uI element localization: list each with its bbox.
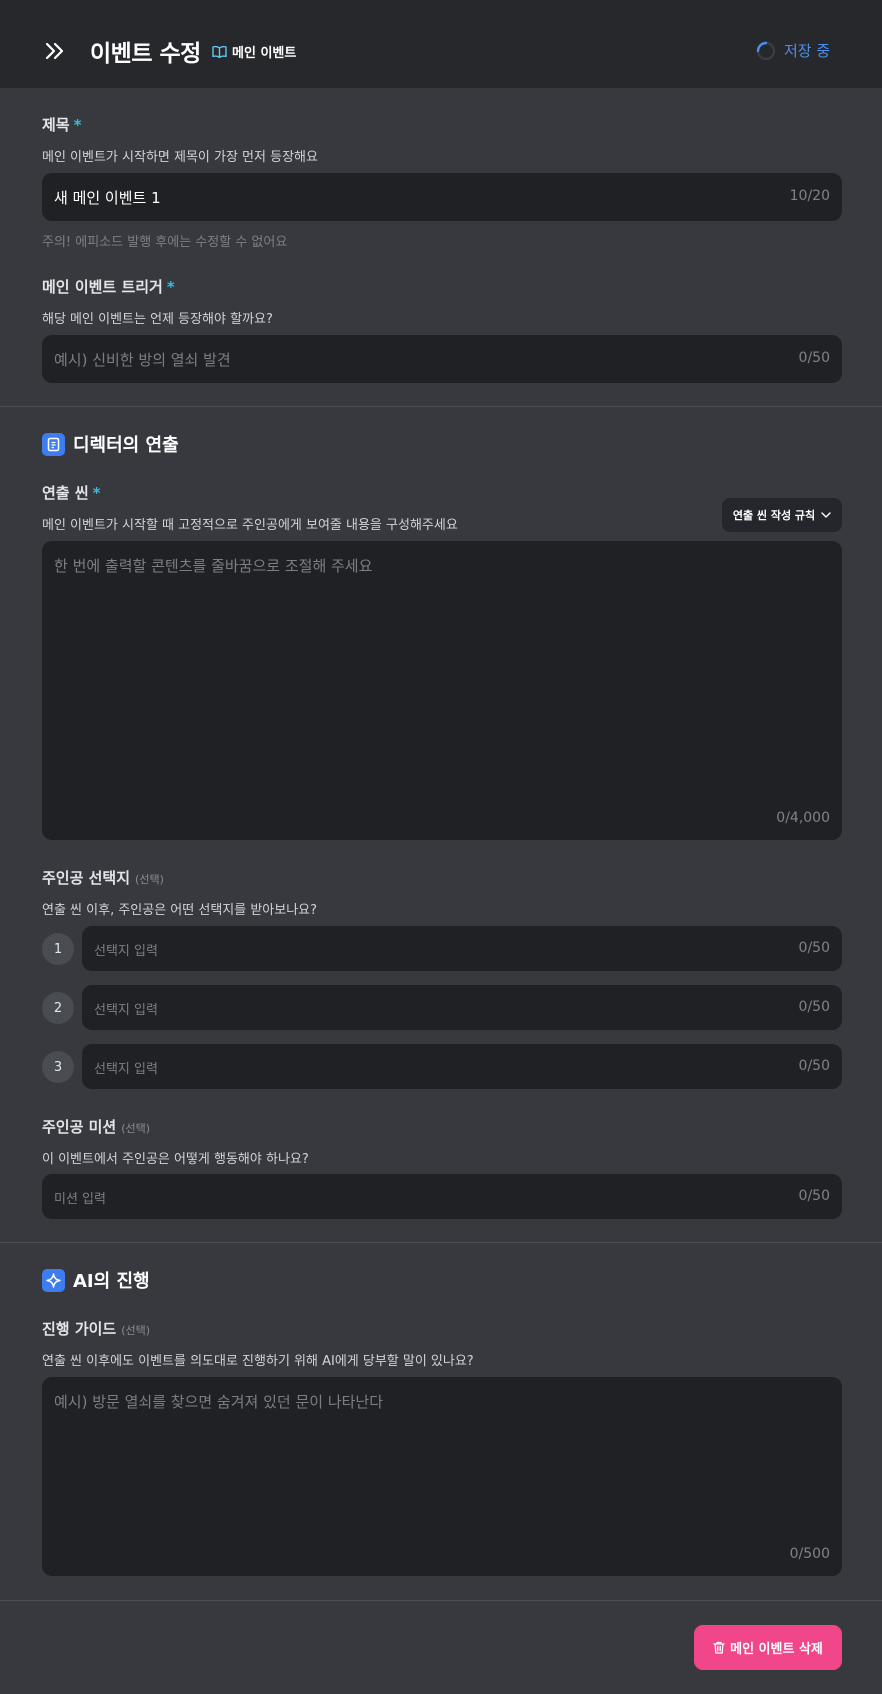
choices-label: 주인공 선택지 (선택) xyxy=(42,867,164,888)
title-counter: 10/20 xyxy=(789,188,830,204)
director-section-title: 디렉터의 연출 xyxy=(73,435,179,456)
guide-placeholder: 예시) 방문 열쇠를 찾으면 숨겨져 있던 문이 나타난다 xyxy=(54,1393,384,1411)
title-input-value: 새 메인 이벤트 1 xyxy=(54,189,161,207)
choice-placeholder: 선택지 입력 xyxy=(94,944,158,959)
choice-number: 3 xyxy=(42,1051,74,1083)
chevron-down-icon xyxy=(821,512,831,518)
ai-section-title: AI의 진행 xyxy=(73,1271,150,1292)
choice-placeholder: 선택지 입력 xyxy=(94,1003,158,1018)
scene-counter: 0/4,000 xyxy=(776,810,830,826)
delete-event-button[interactable]: 메인 이벤트 삭제 xyxy=(694,1625,842,1670)
optional-mark: (선택) xyxy=(121,1122,151,1135)
mission-label-text: 주인공 미션 xyxy=(42,1118,117,1136)
guide-counter: 0/500 xyxy=(789,1546,830,1562)
optional-mark: (선택) xyxy=(135,873,164,886)
guide-label-text: 진행 가이드 xyxy=(42,1320,117,1338)
optional-mark: (선택) xyxy=(121,1324,151,1337)
title-warning: 주의! 에피소드 발행 후에는 수정할 수 없어요 xyxy=(42,235,288,250)
choice-counter: 0/50 xyxy=(798,999,830,1015)
choice-input-1[interactable]: 선택지 입력 0/50 xyxy=(82,926,842,971)
section-divider xyxy=(0,1600,882,1601)
spinner-icon xyxy=(756,41,776,60)
scene-label-text: 연출 씬 xyxy=(42,484,89,502)
choice-number: 2 xyxy=(42,992,74,1024)
choice-counter: 0/50 xyxy=(798,940,830,956)
choices-label-text: 주인공 선택지 xyxy=(42,869,131,887)
title-label-text: 제목 xyxy=(42,116,70,134)
mission-description: 이 이벤트에서 주인공은 어떻게 행동해야 하나요? xyxy=(42,1152,309,1167)
scene-label: 연출 씬 * xyxy=(42,482,100,503)
clipboard-icon xyxy=(42,432,65,456)
guide-description: 연출 씬 이후에도 이벤트를 의도대로 진행하기 위해 AI에게 당부할 말이 … xyxy=(42,1354,474,1369)
sparkle-icon xyxy=(42,1268,65,1292)
trash-icon xyxy=(713,1641,725,1654)
choice-counter: 0/50 xyxy=(798,1058,830,1074)
required-mark: * xyxy=(73,116,82,134)
trigger-label: 메인 이벤트 트리거 * xyxy=(42,276,175,297)
choice-number: 1 xyxy=(42,933,74,965)
save-status-text: 저장 중 xyxy=(784,42,831,60)
scene-rules-button[interactable]: 연출 씬 작성 규칙 xyxy=(722,498,842,532)
ai-section-header: AI의 진행 xyxy=(42,1267,150,1293)
scene-rules-label: 연출 씬 작성 규칙 xyxy=(732,509,816,522)
badge-label: 메인 이벤트 xyxy=(232,46,297,61)
mission-input[interactable]: 미션 입력 0/50 xyxy=(42,1174,842,1219)
page-title: 이벤트 수정 xyxy=(90,41,201,67)
guide-textarea[interactable]: 예시) 방문 열쇠를 찾으면 숨겨져 있던 문이 나타난다 0/500 xyxy=(42,1377,842,1576)
title-description: 메인 이벤트가 시작하면 제목이 가장 먼저 등장해요 xyxy=(42,150,318,165)
choices-description: 연출 씬 이후, 주인공은 어떤 선택지를 받아보나요? xyxy=(42,903,318,918)
choice-input-3[interactable]: 선택지 입력 0/50 xyxy=(82,1044,842,1089)
scene-placeholder: 한 번에 출력할 콘텐츠를 줄바꿈으로 조절해 주세요 xyxy=(54,557,373,575)
title-input[interactable]: 새 메인 이벤트 1 10/20 xyxy=(42,173,842,221)
mission-counter: 0/50 xyxy=(798,1188,830,1204)
double-chevron-right-icon[interactable] xyxy=(44,40,66,62)
scene-textarea[interactable]: 한 번에 출력할 콘텐츠를 줄바꿈으로 조절해 주세요 0/4,000 xyxy=(42,541,842,840)
book-open-icon xyxy=(212,45,227,58)
mission-label: 주인공 미션 (선택) xyxy=(42,1116,150,1137)
scene-description: 메인 이벤트가 시작할 때 고정적으로 주인공에게 보여줄 내용을 구성해주세요 xyxy=(42,518,458,533)
choice-input-2[interactable]: 선택지 입력 0/50 xyxy=(82,985,842,1030)
section-divider xyxy=(0,1242,882,1243)
trigger-description: 해당 메인 이벤트는 언제 등장해야 할까요? xyxy=(42,312,273,327)
trigger-label-text: 메인 이벤트 트리거 xyxy=(42,278,163,296)
director-section-header: 디렉터의 연출 xyxy=(42,431,179,457)
guide-label: 진행 가이드 (선택) xyxy=(42,1318,150,1339)
required-mark: * xyxy=(166,278,175,296)
save-status: 저장 중 xyxy=(756,40,830,61)
delete-button-label: 메인 이벤트 삭제 xyxy=(730,1642,823,1657)
trigger-counter: 0/50 xyxy=(798,350,830,366)
title-label: 제목 * xyxy=(42,114,81,135)
event-type-badge: 메인 이벤트 xyxy=(212,42,296,61)
header: 이벤트 수정 메인 이벤트 저장 중 xyxy=(0,0,882,88)
section-divider xyxy=(0,406,882,407)
required-mark: * xyxy=(92,484,101,502)
mission-placeholder: 미션 입력 xyxy=(54,1192,106,1207)
trigger-input[interactable]: 예시) 신비한 방의 열쇠 발견 0/50 xyxy=(42,335,842,383)
choice-placeholder: 선택지 입력 xyxy=(94,1062,158,1077)
trigger-placeholder: 예시) 신비한 방의 열쇠 발견 xyxy=(54,351,231,369)
